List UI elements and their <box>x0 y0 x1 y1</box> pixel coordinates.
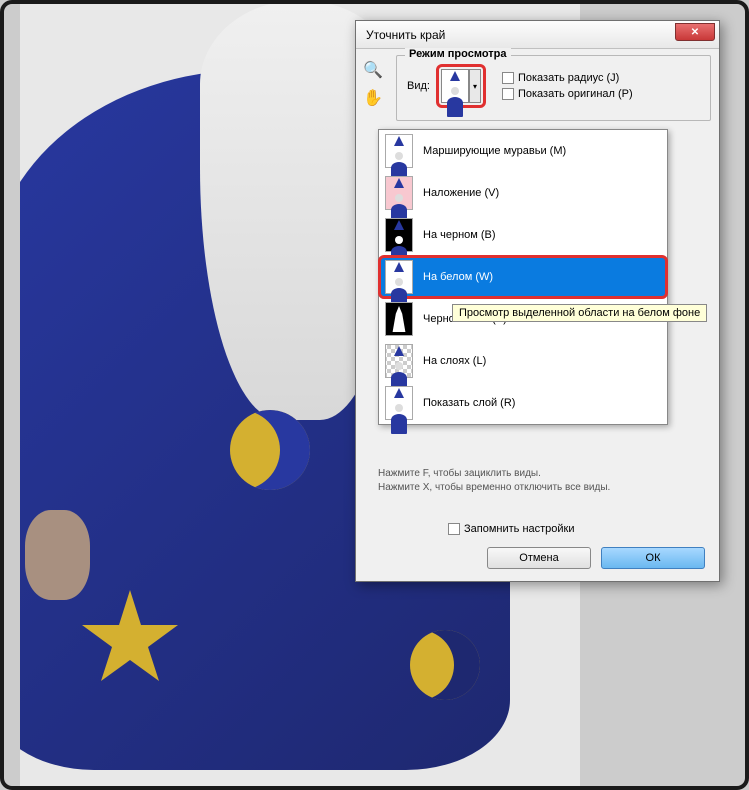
hand-tool-icon[interactable]: ✋ <box>362 87 384 109</box>
dialog-title: Уточнить край <box>366 28 445 42</box>
close-button[interactable]: ✕ <box>675 23 715 41</box>
dropdown-arrow-icon[interactable]: ▾ <box>469 69 481 103</box>
view-label: Вид: <box>407 80 430 92</box>
button-row: Отмена ОК <box>487 547 705 569</box>
cancel-button[interactable]: Отмена <box>487 547 591 569</box>
checkbox-label: Показать оригинал (P) <box>518 88 633 100</box>
item-thumbnail <box>385 302 413 336</box>
item-label: На белом (W) <box>423 271 493 283</box>
view-thumbnail <box>441 69 469 103</box>
moon-decoration <box>410 630 480 700</box>
view-mode-fieldset: Режим просмотра Вид: ▾ <box>396 55 711 121</box>
tool-column: 🔍 ✋ <box>362 59 388 115</box>
item-thumbnail <box>385 134 413 168</box>
checkbox-label: Показать радиус (J) <box>518 72 619 84</box>
dropdown-item-on-white[interactable]: На белом (W) <box>378 255 668 299</box>
refine-edge-dialog: Уточнить край ✕ 🔍 ✋ Режим просмотра Вид: <box>355 20 720 582</box>
checkbox-label: Запомнить настройки <box>464 523 575 535</box>
item-label: Марширующие муравьи (M) <box>423 145 566 157</box>
item-thumbnail <box>385 176 413 210</box>
dialog-body: 🔍 ✋ Режим просмотра Вид: ▾ <box>356 49 719 581</box>
dropdown-item-show-layer[interactable]: Показать слой (R) <box>379 382 667 424</box>
hint-text: Нажмите F, чтобы зациклить виды. Нажмите… <box>378 467 610 495</box>
dropdown-item-on-layers[interactable]: На слоях (L) <box>379 340 667 382</box>
item-label: Наложение (V) <box>423 187 499 199</box>
remember-settings-checkbox[interactable]: Запомнить настройки <box>448 523 575 535</box>
dropdown-item-on-black[interactable]: На черном (B) <box>379 214 667 256</box>
item-thumbnail <box>385 344 413 378</box>
dropdown-item-marching-ants[interactable]: Марширующие муравьи (M) <box>379 130 667 172</box>
item-label: На черном (B) <box>423 229 496 241</box>
show-original-checkbox[interactable]: Показать оригинал (P) <box>502 88 633 100</box>
close-icon: ✕ <box>691 27 699 38</box>
item-thumbnail <box>385 386 413 420</box>
dropdown-item-overlay[interactable]: Наложение (V) <box>379 172 667 214</box>
hint-line: Нажмите X, чтобы временно отключить все … <box>378 481 610 495</box>
ok-button[interactable]: ОК <box>601 547 705 569</box>
moon-decoration <box>230 410 310 490</box>
item-thumbnail <box>385 260 413 294</box>
item-label: На слоях (L) <box>423 355 486 367</box>
item-label: Показать слой (R) <box>423 397 515 409</box>
wizard-icon <box>447 73 463 99</box>
hint-line: Нажмите F, чтобы зациклить виды. <box>378 467 610 481</box>
item-thumbnail <box>385 218 413 252</box>
show-radius-checkbox[interactable]: Показать радиус (J) <box>502 72 633 84</box>
wizard-hand <box>25 510 90 600</box>
view-dropdown[interactable]: ▾ <box>436 64 486 108</box>
zoom-tool-icon[interactable]: 🔍 <box>362 59 384 81</box>
fieldset-legend: Режим просмотра <box>405 48 511 60</box>
checkbox-icon <box>502 72 514 84</box>
dialog-titlebar[interactable]: Уточнить край ✕ <box>356 21 719 49</box>
tooltip: Просмотр выделенной области на белом фон… <box>452 304 707 322</box>
view-dropdown-list: Марширующие муравьи (M) Наложение (V) На… <box>378 129 668 425</box>
checkbox-icon <box>448 523 460 535</box>
checkbox-icon <box>502 88 514 100</box>
